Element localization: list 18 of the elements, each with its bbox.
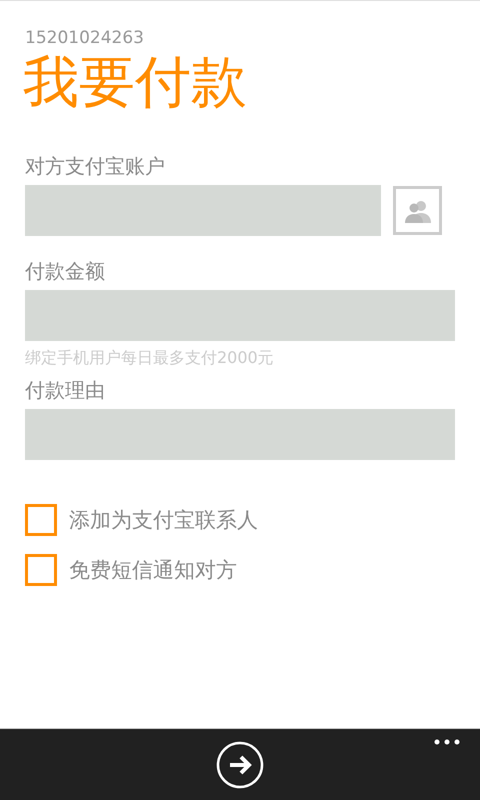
page-title: 我要付款 bbox=[23, 49, 247, 117]
contact-picker-button[interactable] bbox=[393, 186, 442, 235]
checkbox[interactable] bbox=[25, 504, 57, 536]
more-icon bbox=[434, 739, 460, 745]
more-button[interactable] bbox=[432, 737, 462, 747]
arrow-right-icon bbox=[216, 741, 264, 789]
field-label: 付款金额 bbox=[25, 258, 105, 284]
input-field[interactable] bbox=[25, 185, 381, 236]
field-label: 对方支付宝账户 bbox=[25, 153, 165, 179]
person-icon bbox=[404, 198, 432, 222]
checkbox-label: 添加为支付宝联系人 bbox=[69, 507, 258, 534]
checkbox-label: 免费短信通知对方 bbox=[69, 557, 237, 584]
checkbox[interactable] bbox=[25, 554, 57, 586]
account-number: 15201024263 bbox=[25, 27, 144, 49]
next-button[interactable] bbox=[216, 741, 264, 789]
input-field[interactable] bbox=[25, 290, 455, 341]
input-field[interactable] bbox=[25, 409, 455, 460]
field-label: 付款理由 bbox=[25, 377, 105, 403]
